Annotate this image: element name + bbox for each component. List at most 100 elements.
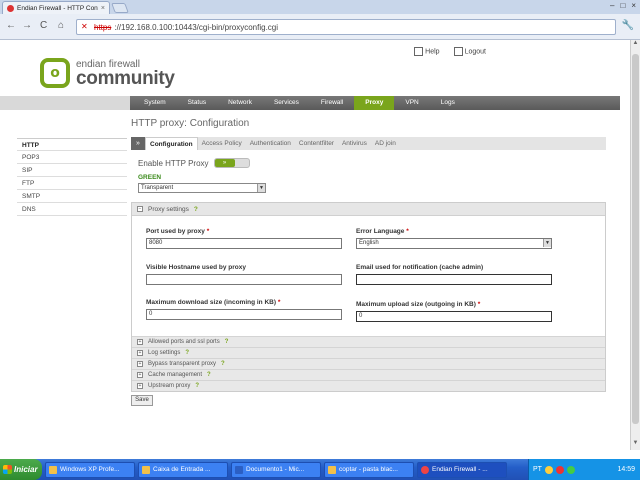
sidebar-item-dns[interactable]: DNS — [17, 203, 127, 216]
mail-icon — [142, 465, 150, 474]
task-documento1[interactable]: Documento1 - Mic... — [231, 461, 321, 478]
page-scrollbar[interactable]: ▲ ▼ — [630, 40, 640, 450]
help-question-icon[interactable]: ? — [195, 381, 199, 392]
max-upload-input[interactable]: 0 — [356, 311, 552, 322]
error-language-select[interactable]: English ▼ — [356, 238, 552, 249]
clock: 14:59 — [617, 466, 635, 473]
nav-proxy[interactable]: Proxy — [354, 96, 395, 110]
nav-vpn[interactable]: VPN — [394, 96, 429, 110]
proxy-mode-value: Transparent — [141, 185, 174, 191]
section-bypass-proxy-label: Bypass transparent proxy — [148, 360, 217, 367]
wrench-menu-icon[interactable]: 🔧 — [622, 20, 634, 31]
sidebar-item-ftp[interactable]: FTP — [17, 177, 127, 190]
windows-flag-icon — [3, 465, 12, 474]
port-input[interactable]: 8080 — [146, 238, 342, 249]
port-label: Port used by proxy — [146, 228, 205, 235]
error-language-label: Error Language — [356, 228, 405, 235]
save-button[interactable]: Save — [131, 395, 153, 406]
nav-services[interactable]: Services — [263, 96, 310, 110]
forward-icon[interactable]: → — [22, 20, 32, 31]
browser-tab[interactable]: Endian Firewall - HTTP Config... × — [2, 1, 110, 14]
scroll-up-icon[interactable]: ▲ — [631, 40, 640, 50]
scroll-thumb[interactable] — [632, 54, 639, 424]
task-endian-firewall[interactable]: Endian Firewall - ... — [417, 461, 507, 478]
logout-link[interactable]: Logout — [453, 47, 486, 56]
max-download-label: Maximum download size (incoming in KB) — [146, 299, 277, 306]
max-download-input[interactable]: 0 — [146, 309, 342, 320]
sidebar-item-sip[interactable]: SIP — [17, 164, 127, 177]
system-tray: PT 14:59 — [528, 459, 640, 480]
section-bypass-proxy[interactable]: + Bypass transparent proxy ? — [132, 358, 605, 369]
scroll-down-icon[interactable]: ▼ — [631, 440, 640, 450]
task-coptar[interactable]: coptar - pasta blac... — [324, 461, 414, 478]
help-question-icon[interactable]: ? — [194, 203, 198, 216]
nav-system[interactable]: System — [133, 96, 177, 110]
tab-title: Endian Firewall - HTTP Config... — [17, 4, 98, 12]
tray-icon[interactable] — [544, 465, 553, 474]
browser-toolbar: ← → C ⌂ ✕ https://192.168.0.100:10443/cg… — [0, 14, 640, 40]
task-label: Endian Firewall - ... — [432, 466, 488, 473]
sidebar-item-pop3[interactable]: POP3 — [17, 151, 127, 164]
tab-configuration[interactable]: Configuration — [145, 137, 198, 150]
section-cache-management[interactable]: + Cache management ? — [132, 369, 605, 380]
home-icon[interactable]: ⌂ — [58, 20, 64, 31]
sidebar-item-smtp[interactable]: SMTP — [17, 190, 127, 203]
task-label: coptar - pasta blac... — [339, 466, 398, 473]
expand-icon: + — [137, 350, 143, 356]
language-indicator[interactable]: PT — [533, 466, 542, 473]
reload-icon[interactable]: C — [40, 20, 47, 31]
new-tab-button[interactable] — [111, 3, 129, 13]
section-cache-management-label: Cache management — [148, 371, 203, 378]
error-language-value: English — [359, 240, 379, 246]
help-link[interactable]: Help — [414, 47, 440, 56]
tray-icon[interactable] — [566, 465, 575, 474]
nav-status[interactable]: Status — [177, 96, 217, 110]
tab-access-policy[interactable]: Access Policy — [198, 137, 246, 150]
close-tab-icon[interactable]: × — [101, 5, 105, 12]
tab-ad-join[interactable]: AD join — [371, 137, 400, 150]
help-question-icon[interactable]: ? — [207, 370, 211, 381]
proxy-mode-select[interactable]: Transparent ▼ — [138, 183, 266, 193]
logout-icon — [453, 47, 463, 56]
enable-proxy-label: Enable HTTP Proxy — [138, 158, 209, 168]
email-input[interactable] — [356, 274, 552, 285]
section-upstream-proxy-label: Upstream proxy — [148, 382, 191, 389]
help-question-icon[interactable]: ? — [185, 348, 189, 359]
tab-antivirus[interactable]: Antivirus — [338, 137, 371, 150]
tab-contentfilter[interactable]: Contentfilter — [295, 137, 338, 150]
logo-line2: community — [76, 68, 175, 89]
main-content: » Configuration Access Policy Authentica… — [131, 137, 606, 406]
tray-icon[interactable] — [555, 465, 564, 474]
back-icon[interactable]: ← — [6, 20, 16, 31]
nav-logs[interactable]: Logs — [430, 96, 466, 110]
main-navigation: System Status Network Services Firewall … — [0, 96, 620, 110]
endian-logo-mark: o — [40, 58, 70, 88]
minimize-icon[interactable]: – — [610, 1, 614, 10]
top-links: Help Logout — [414, 47, 486, 56]
folder-icon — [328, 465, 336, 474]
hostname-input[interactable] — [146, 274, 342, 285]
nav-network[interactable]: Network — [217, 96, 263, 110]
section-allowed-ports[interactable]: + Allowed ports and ssl ports ? — [132, 336, 605, 347]
task-windows-xp[interactable]: Windows XP Profe... — [45, 461, 135, 478]
sidebar-item-http[interactable]: HTTP — [17, 138, 127, 151]
page: Help Logout o endian firewall community … — [0, 40, 630, 450]
sub-tabs: » Configuration Access Policy Authentica… — [131, 137, 606, 150]
maximize-icon[interactable]: □ — [620, 1, 625, 10]
proxy-settings-header[interactable]: − Proxy settings ? — [132, 203, 605, 216]
enable-proxy-toggle[interactable]: » — [213, 158, 250, 168]
hostname-label: Visible Hostname used by proxy — [146, 264, 246, 271]
tab-authentication[interactable]: Authentication — [246, 137, 295, 150]
double-chevron-icon: » — [131, 137, 145, 150]
section-log-settings[interactable]: + Log settings ? — [132, 347, 605, 358]
address-bar[interactable]: ✕ https://192.168.0.100:10443/cgi-bin/pr… — [76, 19, 616, 35]
task-caixa-entrada[interactable]: Caixa de Entrada ... — [138, 461, 228, 478]
sidebar: HTTP POP3 SIP FTP SMTP DNS — [17, 138, 127, 216]
help-question-icon[interactable]: ? — [225, 337, 229, 348]
nav-firewall[interactable]: Firewall — [310, 96, 354, 110]
endian-favicon-icon — [7, 4, 14, 12]
section-upstream-proxy[interactable]: + Upstream proxy ? — [132, 380, 605, 391]
help-question-icon[interactable]: ? — [221, 359, 225, 370]
close-window-icon[interactable]: × — [631, 1, 636, 10]
start-button[interactable]: Iniciar — [0, 459, 42, 480]
